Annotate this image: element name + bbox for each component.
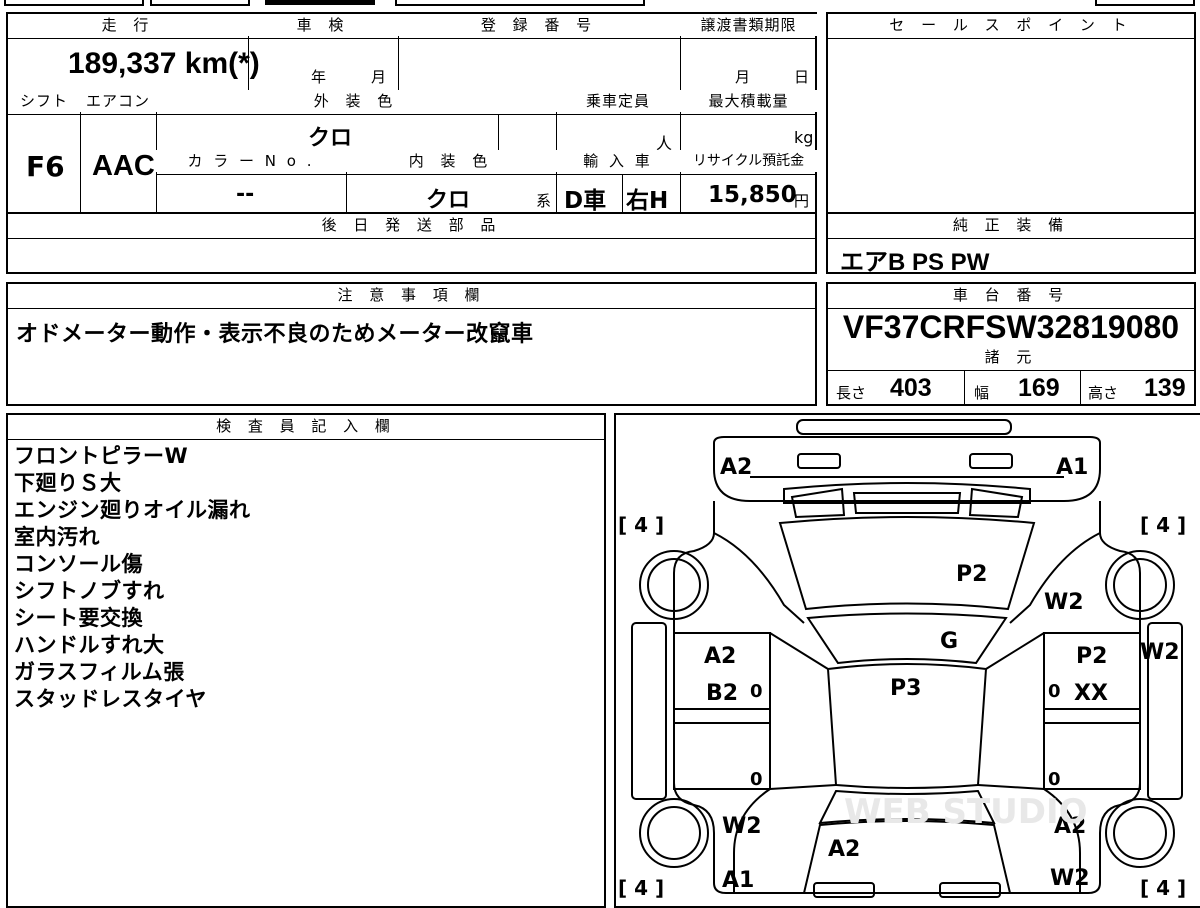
label-zero-right-1: 0 <box>1048 681 1061 702</box>
spec-length-value: 403 <box>890 374 932 402</box>
inspector-note-item: コンソール傷 <box>14 552 143 576</box>
exterior-color-header: 外 装 色 <box>156 90 556 112</box>
handle-value: 右H <box>626 188 669 214</box>
label-zero-left-2: 0 <box>750 769 763 790</box>
label-right-rear-fender-2: W2 <box>1050 866 1090 891</box>
inspection-header: 車 検 <box>248 14 398 36</box>
deadline-month-unit: 月 <box>735 68 751 86</box>
label-left-front-door-1: A2 <box>704 644 736 669</box>
deadline-day-unit: 日 <box>794 68 810 86</box>
label-rear-left-corner: A1 <box>722 868 754 893</box>
notes-header: 注 意 事 項 欄 <box>8 284 815 306</box>
aircon-value: AAC <box>92 150 155 182</box>
shift-value: F6 <box>26 150 65 183</box>
watermark: WEB STUDIO <box>844 792 1088 832</box>
spec-length-label: 長さ <box>836 384 867 402</box>
genuine-equipment-value: エアB PS PW <box>840 249 990 276</box>
mileage-value: 189,337 km(*) <box>68 47 260 80</box>
label-right-front-door-2: XX <box>1074 681 1108 706</box>
inspector-notes-box: 検 査 員 記 入 欄 フロントピラーW 下廻りＳ大エンジン廻りオイル漏れ 室内汚れ… <box>6 413 606 908</box>
inspector-header: 検 査 員 記 入 欄 <box>8 415 604 437</box>
inspector-note-item: ガラスフィルム張 <box>14 660 185 684</box>
max-load-header: 最大積載量 <box>680 90 817 112</box>
inspection-month-unit: 月 <box>371 68 387 86</box>
inspector-note-item: シフトノブすれ <box>14 579 165 603</box>
label-trunk: A2 <box>828 837 860 862</box>
sales-point-box: セ ー ル ス ポ イ ン ト <box>826 12 1196 214</box>
car-outline-diagram: A2 A1 [ 4 ] [ 4 ] P2 W2 G A2 P2 W2 P3 B2… <box>618 419 1186 900</box>
color-no-value: -- <box>236 182 255 207</box>
notes-text: オドメーター動作・表示不良のためメーター改竄車 <box>16 322 534 347</box>
label-left-rear-fender: W2 <box>722 814 762 839</box>
inspector-note-item: 室内汚れ <box>14 525 100 549</box>
top-strip <box>0 0 1200 6</box>
label-zero-left-1: 0 <box>750 681 763 702</box>
sales-point-header: セ ー ル ス ポ イ ン ト <box>828 14 1194 36</box>
genuine-equipment-header: 純 正 装 備 <box>828 214 1194 236</box>
import-type-value: D車 <box>564 188 607 214</box>
label-hood: P2 <box>956 562 987 587</box>
spec-height-label: 高さ <box>1088 384 1119 402</box>
capacity-header: 乗車定員 <box>556 90 680 112</box>
label-windshield: G <box>940 629 958 654</box>
later-parts-box: 後 日 発 送 部 品 <box>6 212 817 274</box>
inspection-year-unit: 年 <box>311 68 327 86</box>
color-no-header: カ ラ ー N o . <box>156 150 346 172</box>
label-right-front-door-1: P2 <box>1076 644 1107 669</box>
label-roof: P3 <box>890 676 921 701</box>
specs-header: 諸 元 <box>828 346 1194 368</box>
recycle-unit: 円 <box>794 192 810 210</box>
spec-width-value: 169 <box>1018 374 1060 402</box>
later-parts-header: 後 日 発 送 部 品 <box>8 214 815 236</box>
label-front-right-fender: W2 <box>1044 590 1084 615</box>
interior-color-suffix: 系 <box>536 192 552 210</box>
label-rear-right-tire: [ 4 ] <box>1140 876 1186 900</box>
spec-height-value: 139 <box>1144 374 1186 402</box>
car-diagram-box: A2 A1 [ 4 ] [ 4 ] P2 W2 G A2 P2 W2 P3 B2… <box>614 413 1200 908</box>
inspector-note-item: スタッドレスタイヤ <box>14 687 207 711</box>
label-right-edge: W2 <box>1140 640 1180 665</box>
transfer-deadline-header: 譲渡書類期限 <box>680 14 817 36</box>
label-left-front-door-2: B2 <box>706 681 738 706</box>
inspector-note-item: シート要交換 <box>14 606 143 630</box>
label-front-left-tire: [ 4 ] <box>618 513 664 537</box>
chassis-number: VF37CRFSW32819080 <box>842 309 1180 345</box>
mileage-header: 走 行 <box>8 14 248 36</box>
exterior-color-value: クロ <box>308 126 353 151</box>
recycle-header: リサイクル預託金 <box>680 150 817 172</box>
interior-color-header: 内 装 色 <box>346 150 556 172</box>
genuine-equipment-box: 純 正 装 備 エアB PS PW <box>826 212 1196 276</box>
label-zero-right-2: 0 <box>1048 769 1061 790</box>
spec-width-label: 幅 <box>974 384 990 402</box>
inspector-note-item: フロントピラーW <box>14 444 189 468</box>
import-header: 輸 入 車 <box>556 150 680 172</box>
label-front-right-tire: [ 4 ] <box>1140 513 1186 537</box>
load-unit: kg <box>794 128 814 147</box>
inspector-note-item: ハンドルすれ大 <box>14 633 165 657</box>
label-front-left-corner: A2 <box>720 455 752 480</box>
inspector-notes-list: フロントピラーW 下廻りＳ大エンジン廻りオイル漏れ 室内汚れコンソール傷 シフトノブす… <box>14 443 594 713</box>
vehicle-info-table: 走 行 車 検 登 録 番 号 譲渡書類期限 189,337 km(*) 年 月… <box>6 12 817 214</box>
aircon-header: エアコン <box>80 90 156 112</box>
inspector-note-item: エンジン廻りオイル漏れ <box>14 498 251 522</box>
label-rear-left-tire: [ 4 ] <box>618 876 664 900</box>
shift-header: シフト <box>8 90 80 112</box>
label-front-right-corner: A1 <box>1056 455 1088 480</box>
registration-header: 登 録 番 号 <box>398 14 680 36</box>
chassis-header: 車 台 番 号 <box>828 284 1194 306</box>
chassis-box: 車 台 番 号 VF37CRFSW32819080 諸 元 長さ 403 幅 1… <box>826 282 1196 406</box>
notes-box: 注 意 事 項 欄 オドメーター動作・表示不良のためメーター改竄車 <box>6 282 817 406</box>
interior-color-value: クロ <box>426 188 471 213</box>
inspector-note-item: 下廻りＳ大 <box>14 471 122 495</box>
recycle-amount-value: 15,850 <box>708 182 797 208</box>
